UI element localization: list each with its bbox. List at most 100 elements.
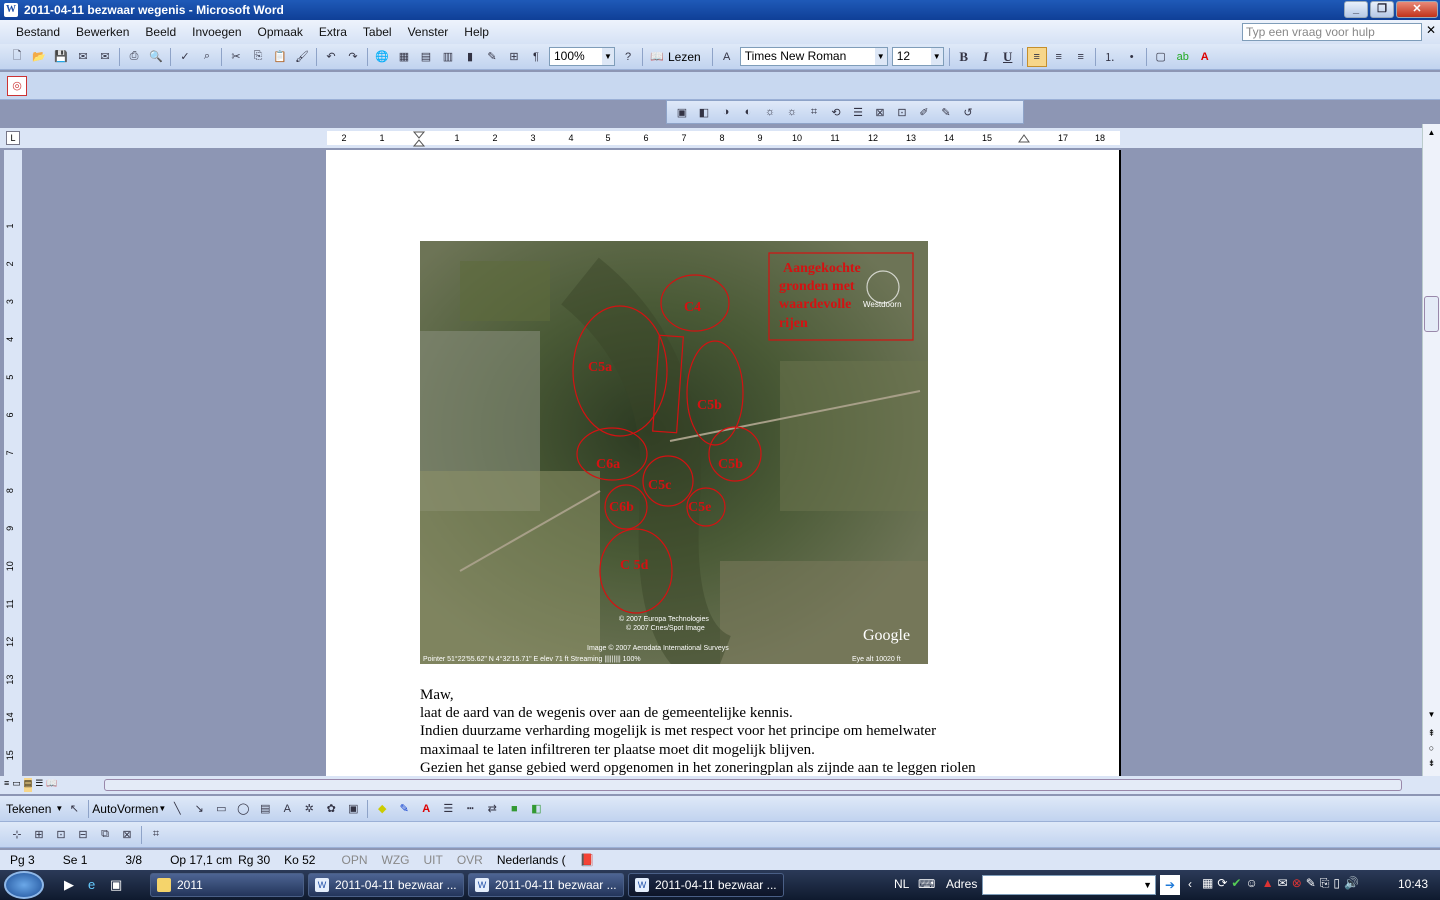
browse-object-icon[interactable]: ○ (1424, 743, 1439, 758)
scroll-thumb[interactable] (1424, 296, 1439, 332)
vertical-scrollbar[interactable]: ▲ ▼ ⇞ ○ ⇟ (1422, 124, 1440, 776)
menu-extra[interactable]: Extra (311, 25, 355, 39)
align-center-icon[interactable]: ≡ (1049, 47, 1069, 67)
scroll-up-icon[interactable]: ▲ (1424, 128, 1439, 143)
help-search-input[interactable]: Typ een vraag voor hulp (1242, 23, 1422, 41)
wordart-icon[interactable]: A (277, 799, 297, 819)
less-brightness-icon[interactable]: ☼ (782, 102, 802, 122)
zoom-select[interactable]: 100% ▼ (549, 47, 615, 66)
tray-messenger-icon[interactable]: ☺ (1245, 876, 1257, 891)
insert-excel-icon[interactable]: ▥ (438, 47, 458, 67)
line-style-icon[interactable]: ☰ (848, 102, 868, 122)
textbox-icon[interactable]: ▤ (255, 799, 275, 819)
ie-icon[interactable]: e (88, 877, 104, 893)
align-left-icon[interactable]: ≡ (1026, 46, 1047, 67)
print-layout-icon[interactable]: ▤ (23, 778, 33, 792)
tables-borders-icon[interactable]: ▦ (394, 47, 414, 67)
tray-update-icon[interactable]: ⟳ (1217, 876, 1227, 891)
body-line-3[interactable]: Indien duurzame verharding mogelijk is m… (420, 722, 936, 741)
body-line-5[interactable]: Gezien het ganse gebied werd opgenomen i… (420, 759, 976, 776)
align-right-icon[interactable]: ≡ (1071, 47, 1091, 67)
styles-icon[interactable]: A (717, 47, 737, 67)
align-icon[interactable]: ⊠ (117, 825, 137, 845)
menu-help[interactable]: Help (456, 25, 497, 39)
document-map-icon[interactable]: ⊞ (504, 47, 524, 67)
menu-venster[interactable]: Venster (400, 25, 457, 39)
print-preview-icon[interactable]: 🔍 (146, 47, 166, 67)
italic-button[interactable]: I (976, 47, 996, 67)
group-icon[interactable]: ⊟ (73, 825, 93, 845)
outline-view-icon[interactable]: ☰ (35, 778, 43, 792)
format-picture-icon[interactable]: ✐ (914, 102, 934, 122)
reading-view-icon[interactable]: 📖 (46, 778, 57, 792)
underline-button[interactable]: U (998, 47, 1018, 67)
arrow-style-icon[interactable]: ⇄ (482, 799, 502, 819)
line-color-icon[interactable]: ✎ (394, 799, 414, 819)
crop-icon[interactable]: ⌗ (804, 102, 824, 122)
undo-icon[interactable]: ↶ (321, 47, 341, 67)
arrow-icon[interactable]: ↘ (189, 799, 209, 819)
scroll-down-icon[interactable]: ▼ (1424, 710, 1439, 725)
tray-security-icon[interactable]: ✔ (1231, 876, 1241, 891)
satellite-map-image[interactable]: Aangekochte gronden met waardevolle rije… (420, 241, 928, 664)
help-icon[interactable]: ? (618, 47, 638, 67)
diagram-icon[interactable]: ✲ (299, 799, 319, 819)
tray-copy-icon[interactable]: ⎘ (1320, 876, 1330, 891)
tray-expand-icon[interactable]: ‹ (1188, 877, 1192, 891)
status-rec[interactable]: OPN (341, 853, 367, 867)
status-ovr[interactable]: OVR (457, 853, 483, 867)
rectangle-icon[interactable]: ▭ (211, 799, 231, 819)
menu-bewerken[interactable]: Bewerken (68, 25, 137, 39)
rotate-icon[interactable]: ⟲ (826, 102, 846, 122)
highlight-icon[interactable]: ab (1173, 47, 1193, 67)
read-icon[interactable]: 📖 (647, 47, 667, 67)
next-page-icon[interactable]: ⇟ (1424, 758, 1439, 773)
3d-icon[interactable]: ◧ (526, 799, 546, 819)
menu-tabel[interactable]: Tabel (355, 25, 400, 39)
new-icon[interactable]: 🗋 (7, 47, 27, 67)
line-style-draw-icon[interactable]: ☰ (438, 799, 458, 819)
go-arrow-icon[interactable]: ➔ (1160, 875, 1180, 895)
email-icon[interactable]: ✉ (95, 47, 115, 67)
numbering-icon[interactable]: ⒈ (1100, 47, 1120, 67)
clipart-icon[interactable]: ✿ (321, 799, 341, 819)
tray-blocked-icon[interactable]: ⊗ (1292, 876, 1302, 891)
spelling-status-icon[interactable]: 📕 (580, 853, 595, 867)
menu-invoegen[interactable]: Invoegen (184, 25, 249, 39)
research-icon[interactable]: ⌕ (197, 47, 217, 67)
pdf-icon[interactable]: ◎ (7, 75, 27, 96)
expand-icon[interactable]: ⊞ (29, 825, 49, 845)
bold-button[interactable]: B (954, 47, 974, 67)
body-line-4[interactable]: maximaal te laten infiltreren ter plaats… (420, 741, 815, 760)
address-input[interactable]: ▼ (982, 875, 1156, 895)
save-icon[interactable]: 💾 (51, 47, 71, 67)
hyperlink-icon[interactable]: 🌐 (372, 47, 392, 67)
copy-icon[interactable]: ⎘ (248, 47, 268, 67)
more-contrast-icon[interactable]: ◑ (716, 102, 736, 122)
fill-color-icon[interactable]: ◆ (372, 799, 392, 819)
open-icon[interactable]: 📂 (29, 47, 49, 67)
tray-power-icon[interactable]: ▯ (1333, 876, 1340, 891)
normal-view-icon[interactable]: ≡ (4, 778, 9, 792)
tray-mail-icon[interactable]: ✉ (1278, 876, 1288, 891)
tab-selector[interactable]: L (6, 131, 20, 145)
canvas-icon[interactable]: ⌗ (146, 825, 166, 845)
select-objects-icon[interactable]: ↖ (64, 799, 84, 819)
menu-beeld[interactable]: Beeld (137, 25, 184, 39)
media-player-icon[interactable]: ▶ (64, 877, 80, 893)
close-button[interactable]: ✕ (1396, 1, 1438, 18)
read-button[interactable]: Lezen (668, 50, 701, 64)
indent-marker[interactable] (412, 131, 426, 147)
insert-picture-icon[interactable]: ▣ (672, 102, 692, 122)
line-icon[interactable]: ╲ (167, 799, 187, 819)
prev-page-icon[interactable]: ⇞ (1424, 728, 1439, 743)
redo-icon[interactable]: ↷ (343, 47, 363, 67)
less-contrast-icon[interactable]: ◐ (738, 102, 758, 122)
web-view-icon[interactable]: ▭ (12, 778, 21, 792)
drawing-icon[interactable]: ✎ (482, 47, 502, 67)
status-ext[interactable]: UIT (424, 853, 443, 867)
clock[interactable]: 10:43 (1398, 877, 1428, 891)
menu-opmaak[interactable]: Opmaak (250, 25, 311, 39)
picture-icon[interactable]: ▣ (343, 799, 363, 819)
tray-pen-icon[interactable]: ✎ (1306, 876, 1316, 891)
